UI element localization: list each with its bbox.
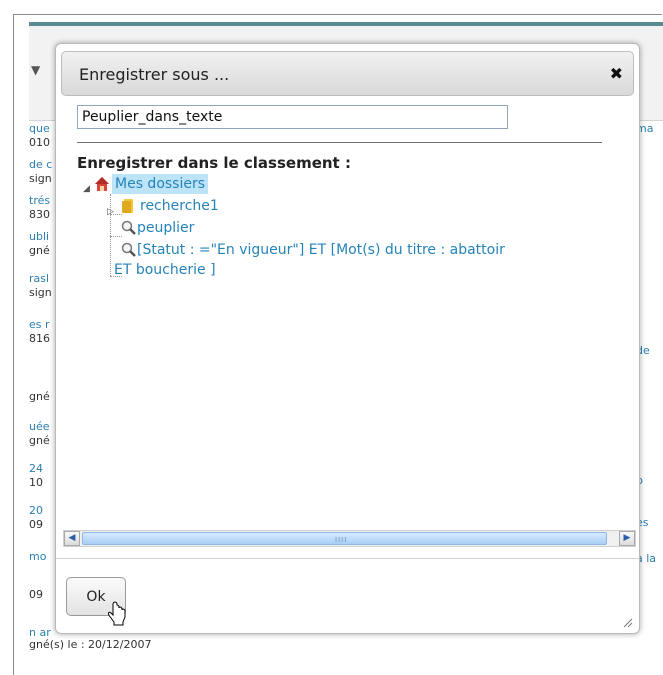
bg-link[interactable]: uée bbox=[29, 420, 50, 434]
mouse-cursor-icon bbox=[108, 601, 126, 626]
dialog-title: Enregistrer sous ... bbox=[79, 65, 230, 84]
close-icon[interactable]: ✖ bbox=[610, 64, 623, 83]
bg-text: sign bbox=[29, 172, 52, 185]
tree-node-label: [Statut : ="En vigueur"] ET [Mot(s) du t… bbox=[137, 242, 505, 258]
background-right-column: ma de b es à la bbox=[636, 122, 663, 642]
bg-link[interactable]: rasl bbox=[29, 272, 52, 286]
bg-text: gné bbox=[29, 390, 50, 403]
bg-text: 09 bbox=[29, 588, 43, 601]
dialog-titlebar[interactable]: Enregistrer sous ... ✖ bbox=[61, 51, 634, 96]
bg-link[interactable]: 20 bbox=[29, 504, 43, 518]
resize-grip-icon[interactable] bbox=[621, 616, 633, 628]
scroll-left-button[interactable]: ◀ bbox=[64, 531, 80, 546]
folder-tree: ◢ Mes dossiers ▷ recherche1 peuplier [St… bbox=[77, 174, 634, 534]
expand-icon[interactable]: ▷ bbox=[107, 202, 114, 222]
search-icon bbox=[121, 242, 136, 257]
bg-link[interactable]: trés bbox=[29, 194, 50, 208]
folder-icon bbox=[122, 199, 133, 213]
scrollbar-grip: IIII bbox=[335, 536, 348, 544]
tree-node-label-continued: ET boucherie ] bbox=[114, 262, 216, 278]
bg-text: gné bbox=[29, 434, 50, 447]
scroll-right-button[interactable]: ▶ bbox=[619, 531, 635, 546]
bg-link[interactable]: es r bbox=[29, 318, 50, 332]
collapse-icon[interactable]: ◢ bbox=[83, 179, 90, 199]
background-left-column: que 010 de c sign trés 830 ubli gné rasl sign… bbox=[29, 122, 57, 642]
search-icon bbox=[121, 220, 136, 235]
bg-text: gné bbox=[29, 244, 50, 257]
separator bbox=[77, 142, 602, 143]
filename-input[interactable] bbox=[77, 105, 508, 129]
bg-text: sign bbox=[29, 286, 52, 299]
tree-node-label: peuplier bbox=[137, 220, 195, 236]
bg-text: 830 bbox=[29, 208, 50, 221]
footer-separator bbox=[56, 558, 639, 559]
bg-link[interactable]: de c bbox=[29, 158, 52, 172]
bg-text: 09 bbox=[29, 518, 43, 531]
bg-link[interactable]: 24 bbox=[29, 462, 43, 476]
folder-label: Enregistrer dans le classement : bbox=[77, 154, 351, 172]
home-icon bbox=[95, 177, 109, 191]
background-bottom-text: gné(s) le : 20/12/2007 bbox=[29, 638, 152, 651]
tree-node-label: recherche1 bbox=[140, 198, 219, 214]
tree-connector bbox=[110, 236, 122, 237]
save-as-dialog: Enregistrer sous ... ✖ Enregistrer dans … bbox=[55, 43, 640, 634]
bg-link[interactable]: ubli bbox=[29, 230, 50, 244]
scrollbar-thumb[interactable]: IIII bbox=[82, 532, 607, 545]
bg-text: 816 bbox=[29, 332, 50, 345]
tree-node-label: Mes dossiers bbox=[112, 174, 209, 194]
dropdown-arrow-icon: ▼ bbox=[31, 63, 41, 77]
horizontal-scrollbar[interactable]: ◀ IIII ▶ bbox=[63, 530, 636, 547]
bg-text: 010 bbox=[29, 136, 50, 149]
bg-link[interactable]: mo bbox=[29, 550, 46, 564]
bg-link[interactable]: que bbox=[29, 122, 50, 136]
bg-text: 10 bbox=[29, 476, 43, 489]
